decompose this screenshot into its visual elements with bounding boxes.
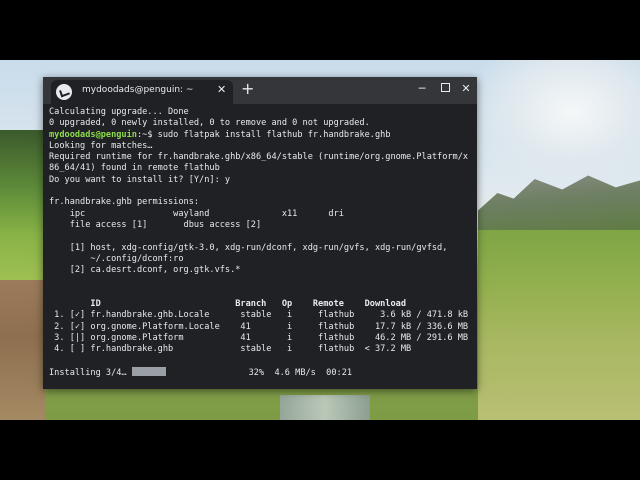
maximize-icon[interactable]	[438, 81, 452, 97]
wallpaper-stream	[280, 395, 370, 420]
minimize-icon[interactable]: ─	[415, 81, 429, 97]
tab-title: mydoodads@penguin: ~	[82, 85, 194, 95]
title-bar[interactable]: mydoodads@penguin: ~ ✕ + ─ ✕	[43, 77, 477, 104]
output-line: 86_64/41) found in remote flathub	[49, 163, 220, 174]
prompt-user: mydoodads@penguin	[49, 129, 137, 140]
wallpaper-field-left	[0, 280, 45, 420]
output-line: Do you want to install it? [Y/n]: y	[49, 174, 231, 185]
close-icon[interactable]: ✕	[459, 81, 473, 97]
output-line: file access [1] dbus access [2]	[49, 219, 262, 230]
new-tab-icon[interactable]: +	[241, 79, 254, 99]
wallpaper-field-right	[478, 230, 640, 420]
table-row: 2. [✓] org.gnome.Platform.Locale 41 i fl…	[49, 321, 469, 332]
table-row: 3. [|] org.gnome.Platform 41 i flathub 4…	[49, 332, 469, 343]
output-line: ipc wayland x11 dri	[49, 208, 344, 219]
output-line: 0 upgraded, 0 newly installed, 0 to remo…	[49, 118, 370, 129]
status-stats: 32% 4.6 MB/s 00:21	[165, 367, 353, 378]
terminal-tab[interactable]: mydoodads@penguin: ~ ✕	[51, 80, 233, 104]
letterbox-bottom	[0, 420, 640, 480]
terminal-output[interactable]: Calculating upgrade... Done 0 upgraded, …	[49, 107, 474, 387]
letterbox-top	[0, 0, 640, 60]
command-line: mydoodads@penguin:~$ sudo flatpak instal…	[49, 130, 474, 141]
table-header: ID Branch Op Remote Download	[49, 299, 406, 310]
output-line: Required runtime for fr.handbrake.ghb/x8…	[49, 152, 469, 163]
output-line: [2] ca.desrt.dconf, org.gtk.vfs.*	[49, 265, 241, 276]
output-line: ~/.config/dconf:ro	[49, 253, 184, 264]
command-text: :~$ sudo flatpak install flathub fr.hand…	[136, 129, 391, 140]
status-label: Installing 3/4…	[49, 367, 132, 378]
progress-bar	[131, 366, 166, 376]
output-line: Looking for matches…	[49, 140, 153, 151]
tab-close-icon[interactable]: ✕	[217, 83, 226, 96]
wallpaper-clouds	[470, 60, 640, 190]
output-line: [1] host, xdg-config/gtk-3.0, xdg-run/dc…	[49, 242, 448, 253]
output-line: Calculating upgrade... Done	[49, 107, 189, 117]
terminal-window[interactable]: mydoodads@penguin: ~ ✕ + ─ ✕ Calculating…	[43, 77, 477, 389]
table-row: 1. [✓] fr.handbrake.ghb.Locale stable i …	[49, 310, 469, 321]
terminal-app-icon	[56, 84, 72, 100]
status-line: Installing 3/4… 32% 4.6 MB/s 00:21	[49, 366, 474, 378]
wallpaper-trees	[0, 130, 45, 280]
output-line: fr.handbrake.ghb permissions:	[49, 197, 200, 208]
table-row: 4. [ ] fr.handbrake.ghb stable i flathub…	[49, 344, 412, 355]
